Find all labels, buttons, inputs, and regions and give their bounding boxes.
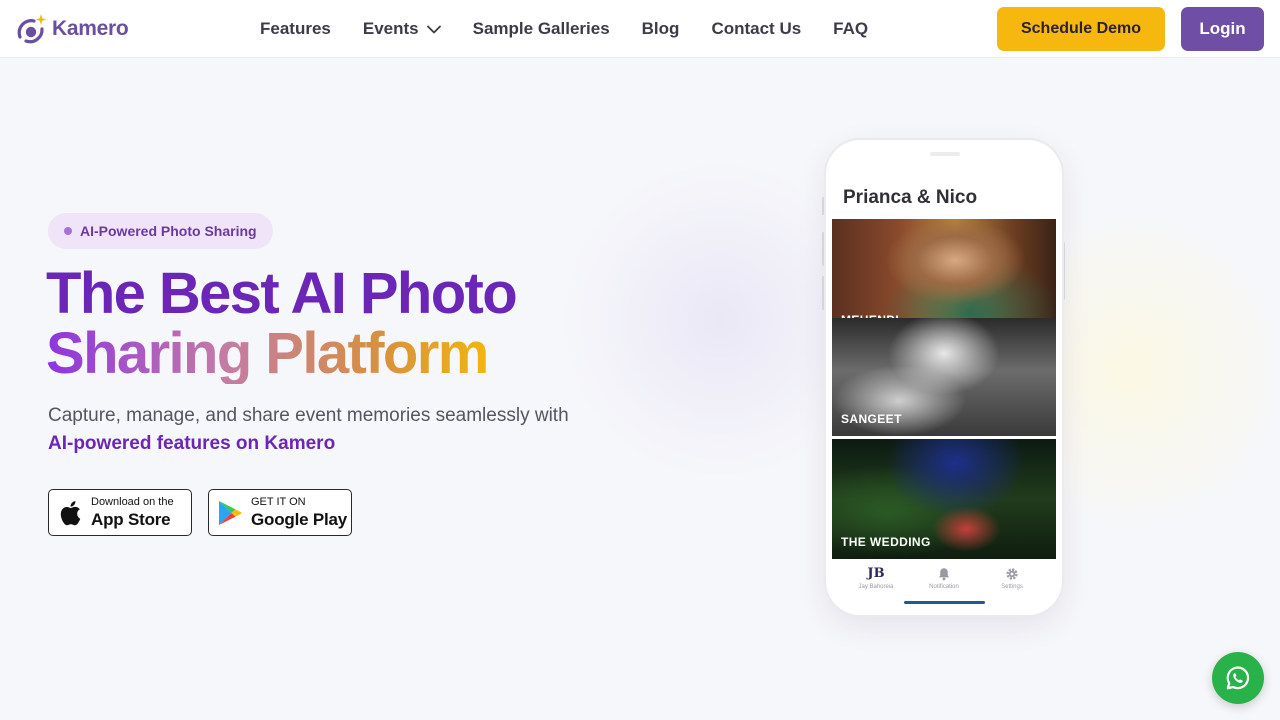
nav-sample-galleries[interactable]: Sample Galleries: [473, 19, 610, 39]
tab-home[interactable]: JB Jay Bahoreia: [846, 567, 906, 601]
subtext-main: Capture, manage, and share event memorie…: [48, 405, 569, 426]
gallery-title: Prianca & Nico: [843, 187, 978, 208]
nav-faq[interactable]: FAQ: [833, 19, 868, 39]
whatsapp-chat-button[interactable]: [1212, 652, 1264, 704]
phone-side-button: [822, 197, 825, 215]
google-play-big: Google Play: [251, 510, 348, 529]
tab-settings-label: Settings: [1001, 584, 1023, 590]
kamero-logo[interactable]: Kamero: [14, 10, 129, 48]
headline-line-2: Sharing Platform: [46, 321, 489, 386]
tab-notifications-label: Notification: [929, 584, 959, 590]
chevron-down-icon: [426, 25, 441, 33]
nav-blog[interactable]: Blog: [642, 19, 680, 39]
badge-text: AI-Powered Photo Sharing: [80, 223, 257, 239]
phone-side-button: [1062, 242, 1065, 300]
nav-events[interactable]: Events: [363, 19, 441, 39]
google-play-text: GET IT ON Google Play: [251, 496, 348, 529]
subtext-accent: AI-powered features on Kamero: [48, 433, 336, 454]
home-monogram: JB: [867, 566, 885, 581]
apple-icon: [57, 499, 83, 527]
hero-headline: The Best AI Photo Sharing Platform: [46, 264, 666, 384]
tab-home-label: Jay Bahoreia: [858, 584, 894, 590]
site-header: Kamero Features Events Sample Galleries …: [0, 0, 1280, 58]
brand-name: Kamero: [52, 17, 129, 40]
tile-label: THE WEDDING: [841, 535, 931, 549]
google-play-small: GET IT ON: [251, 496, 306, 508]
phone-mockup: Prianca & Nico MEHENDI SANGEET THE WEDDI…: [826, 140, 1062, 615]
whatsapp-icon: [1226, 666, 1250, 690]
hero-badge: AI-Powered Photo Sharing: [48, 213, 273, 249]
nav-contact-us-label: Contact Us: [711, 19, 802, 38]
phone-notch: [930, 152, 960, 156]
phone-side-button: [822, 276, 825, 310]
login-button[interactable]: Login: [1181, 7, 1264, 51]
nav-events-label: Events: [362, 19, 419, 38]
nav-sample-galleries-label: Sample Galleries: [472, 19, 610, 38]
nav-features[interactable]: Features: [260, 19, 331, 39]
tab-notifications[interactable]: Notification: [914, 567, 974, 601]
gallery-tile-wedding[interactable]: THE WEDDING: [832, 439, 1056, 559]
phone-tab-bar: JB Jay Bahoreia Notification Settings: [826, 561, 1062, 601]
nav-features-label: Features: [260, 19, 331, 38]
hero-subtext: Capture, manage, and share event memorie…: [48, 402, 648, 458]
nav-blog-label: Blog: [641, 19, 680, 38]
badge-dot: [64, 227, 72, 235]
main-nav: Features Events Sample Galleries Blog Co…: [260, 0, 900, 58]
app-store-big: App Store: [91, 510, 171, 529]
nav-faq-label: FAQ: [833, 19, 869, 38]
nav-contact-us[interactable]: Contact Us: [711, 19, 801, 39]
gear-icon: [1006, 568, 1018, 580]
gallery-tile-sangeet[interactable]: SANGEET: [832, 318, 1056, 436]
app-store-button[interactable]: Download on the App Store: [48, 489, 192, 536]
tab-settings[interactable]: Settings: [982, 567, 1042, 601]
phone-side-button: [822, 232, 825, 266]
home-indicator: [904, 601, 985, 604]
app-store-text: Download on the App Store: [91, 496, 174, 529]
schedule-demo-button[interactable]: Schedule Demo: [997, 7, 1165, 51]
bell-icon: [938, 568, 950, 581]
google-play-icon: [217, 499, 243, 527]
google-play-button[interactable]: GET IT ON Google Play: [208, 489, 352, 536]
headline-line-1: The Best AI Photo: [46, 261, 518, 326]
tile-label: SANGEET: [841, 412, 902, 426]
kamero-logo-icon: [14, 11, 50, 47]
app-store-small: Download on the: [91, 496, 174, 508]
